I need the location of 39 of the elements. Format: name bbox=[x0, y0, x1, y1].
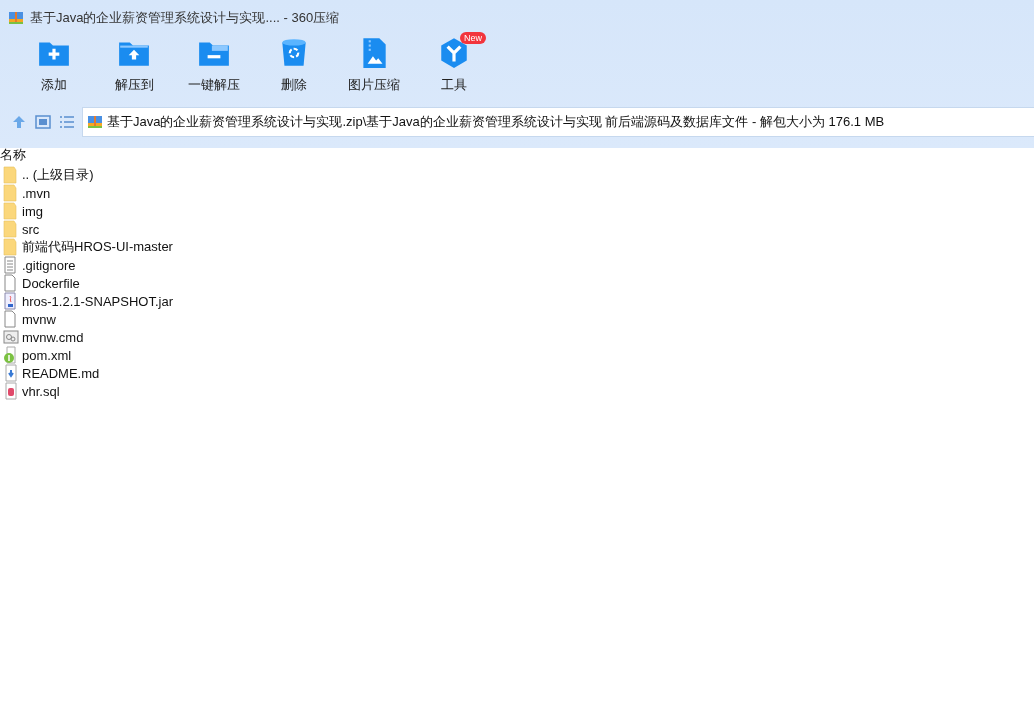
toolbar-button[interactable]: 删除 bbox=[254, 36, 334, 100]
toolbar-button[interactable]: 一键解压 bbox=[174, 36, 254, 100]
toolbar-button[interactable]: 解压到 bbox=[94, 36, 174, 100]
text-file-icon bbox=[3, 256, 19, 274]
file-name[interactable]: Dockerfile bbox=[22, 275, 80, 291]
path-field[interactable]: 基于Java的企业薪资管理系统设计与实现.zip\基于Java的企业薪资管理系统设计与实现 前后端源码及数据库文件 - 解包大小为 176.1 MB bbox=[82, 107, 1034, 137]
folder-file-icon bbox=[3, 238, 19, 256]
file-name[interactable]: vhr.sql bbox=[22, 383, 60, 399]
view-icon[interactable] bbox=[34, 113, 52, 131]
file-name[interactable]: README.md bbox=[22, 365, 100, 381]
md-file-icon bbox=[3, 364, 19, 382]
file-name[interactable]: 前端代码HROS-UI-master bbox=[22, 238, 173, 256]
new-badge: New bbox=[460, 32, 486, 44]
file-name[interactable]: src bbox=[22, 221, 40, 237]
file-name[interactable]: .mvn bbox=[22, 185, 51, 201]
file-name[interactable]: .. (上级目录) bbox=[22, 166, 94, 184]
xml-file-icon bbox=[3, 346, 19, 364]
folder-file-icon bbox=[3, 184, 19, 202]
file-name[interactable]: img bbox=[22, 203, 43, 219]
toolbar-button[interactable]: 图片压缩 bbox=[334, 36, 414, 100]
toolbar-button[interactable]: 添加 bbox=[14, 36, 94, 100]
file-name[interactable]: pom.xml bbox=[22, 347, 72, 363]
file-name[interactable]: hros-1.2.1-SNAPSHOT.jar bbox=[22, 293, 173, 309]
folder-file-icon bbox=[3, 220, 19, 238]
list-view-icon[interactable] bbox=[58, 113, 76, 131]
jar-file-icon bbox=[3, 292, 19, 310]
cmd-file-icon bbox=[3, 328, 19, 346]
folder-file-icon bbox=[3, 166, 19, 184]
blank-file-icon bbox=[3, 310, 19, 328]
file-name[interactable]: mvnw.cmd bbox=[22, 329, 84, 345]
archive-icon bbox=[87, 114, 103, 130]
blank-file-icon bbox=[3, 274, 19, 292]
window-title: 基于Java的企业薪资管理系统设计与实现.... - 360压缩 bbox=[30, 9, 340, 27]
file-name[interactable]: mvnw bbox=[22, 311, 56, 327]
column-header[interactable]: 名称 bbox=[0, 148, 1034, 166]
folder-file-icon bbox=[3, 202, 19, 220]
sql-file-icon bbox=[3, 382, 19, 400]
file-name[interactable]: .gitignore bbox=[22, 257, 76, 273]
archive-icon bbox=[8, 10, 24, 26]
